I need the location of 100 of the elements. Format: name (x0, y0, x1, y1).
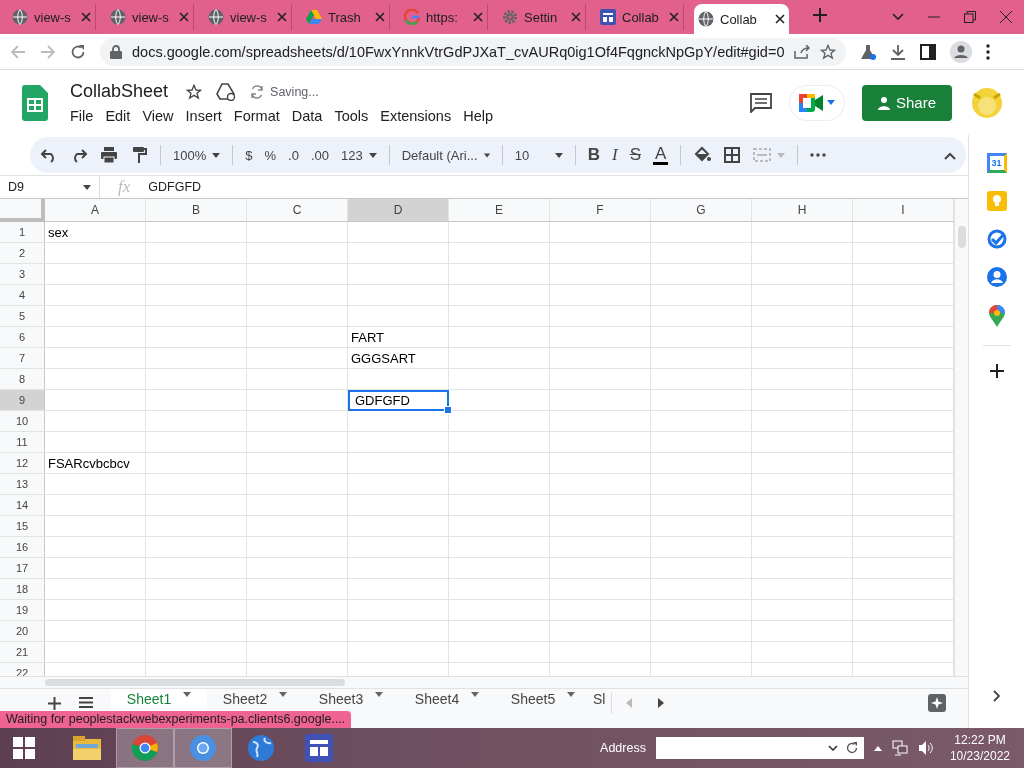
windows-start-icon[interactable] (13, 737, 35, 759)
row-header[interactable]: 12 (0, 453, 45, 474)
chevron-down-icon[interactable] (827, 745, 838, 751)
corner-cell[interactable] (0, 199, 45, 222)
row-header[interactable]: 3 (0, 264, 45, 285)
column-header[interactable]: A (45, 199, 146, 222)
calendar-icon[interactable]: 31 (986, 153, 1007, 173)
formula-input[interactable]: GDFGFD (148, 180, 202, 194)
menu-item[interactable]: Insert (179, 108, 228, 124)
sheet-tab[interactable]: Sheet5 (495, 689, 591, 723)
vertical-scrollbar[interactable] (954, 199, 968, 676)
name-box[interactable]: D9 (0, 176, 100, 198)
table-cell[interactable]: GGGSART (348, 348, 449, 369)
browser-tab[interactable]: Collab (596, 4, 684, 30)
row-header[interactable]: 6 (0, 327, 45, 348)
caret-icon[interactable] (483, 152, 490, 158)
menu-item[interactable]: Tools (328, 108, 375, 124)
more-icon[interactable] (986, 43, 991, 60)
download-icon[interactable] (890, 43, 907, 60)
browser-tab[interactable]: Trash (302, 4, 390, 30)
sheet-tab[interactable]: Sl (591, 689, 611, 723)
caret-icon[interactable] (279, 692, 288, 697)
meet-button[interactable] (790, 85, 844, 120)
fill-color-icon[interactable] (693, 146, 712, 164)
table-cell[interactable]: sex (45, 222, 146, 243)
menu-item[interactable]: Data (285, 108, 329, 124)
row-header[interactable]: 2 (0, 243, 45, 264)
row-header[interactable]: 7 (0, 348, 45, 369)
table-cell[interactable]: GDFGFD (348, 390, 449, 411)
caret-icon[interactable] (827, 100, 835, 105)
print-icon[interactable] (100, 146, 118, 164)
merge-cells-icon[interactable] (753, 146, 772, 164)
menu-item[interactable]: View (136, 108, 180, 124)
menu-item[interactable]: File (70, 108, 100, 124)
caret-icon[interactable] (212, 152, 221, 158)
text-color-button[interactable]: A (652, 145, 669, 165)
clock[interactable]: 12:22 PM 10/23/2022 (949, 733, 1010, 763)
row-header[interactable]: 18 (0, 579, 45, 600)
caret-icon[interactable] (554, 152, 563, 158)
paint-format-icon[interactable] (130, 146, 148, 164)
row-header[interactable]: 4 (0, 285, 45, 306)
font-dropdown[interactable]: Default (Ari... (401, 147, 490, 163)
row-header[interactable]: 11 (0, 432, 45, 453)
row-header[interactable]: 21 (0, 642, 45, 663)
currency-button[interactable]: $ (245, 147, 253, 163)
browser-tab[interactable]: view-s (204, 4, 292, 30)
profile-icon[interactable] (950, 40, 973, 63)
column-header[interactable]: H (752, 199, 853, 222)
browser-tab[interactable]: Settin (498, 4, 586, 30)
address-bar[interactable]: docs.google.com/spreadsheets/d/10FwxYnnkVtrGdPJXaT_cvAURq0ig1Of4FqgnckNpGpY/edit#gid=0 (100, 37, 847, 66)
restore-icon[interactable] (964, 11, 976, 23)
table-cell[interactable]: FART (348, 327, 449, 348)
browser-tab[interactable]: https: (400, 4, 488, 30)
row-header[interactable]: 1 (0, 222, 45, 243)
row-header[interactable]: 17 (0, 558, 45, 579)
row-header[interactable]: 19 (0, 600, 45, 621)
chevron-right-icon[interactable] (992, 690, 1001, 702)
menu-icon[interactable] (79, 697, 93, 708)
browser-tab[interactable]: view-s (106, 4, 194, 30)
row-header[interactable]: 8 (0, 369, 45, 390)
share-button[interactable]: Share (862, 84, 952, 121)
sheets-logo-icon[interactable] (22, 84, 48, 121)
table-cell[interactable]: FSARcvbcbcv (45, 453, 146, 474)
borders-icon[interactable] (723, 146, 742, 164)
refresh-icon[interactable] (845, 742, 858, 754)
row-header[interactable]: 14 (0, 495, 45, 516)
row-header[interactable]: 5 (0, 306, 45, 327)
star-icon[interactable] (820, 43, 837, 60)
increase-decimals-button[interactable]: .00 (310, 147, 329, 163)
speaker-icon[interactable] (917, 740, 934, 756)
column-header[interactable]: E (449, 199, 550, 222)
row-header[interactable]: 10 (0, 411, 45, 432)
side-panel-icon[interactable] (920, 43, 937, 60)
column-header[interactable]: F (550, 199, 651, 222)
row-header[interactable]: 15 (0, 516, 45, 537)
bold-button[interactable]: B (587, 145, 600, 165)
zoom-dropdown[interactable]: 100% (173, 147, 221, 163)
menu-item[interactable]: Help (457, 108, 499, 124)
column-header[interactable]: D (348, 199, 449, 222)
strikethrough-button[interactable]: S (629, 145, 641, 165)
row-header[interactable]: 20 (0, 621, 45, 642)
reload-icon[interactable] (70, 43, 86, 60)
column-header[interactable]: B (146, 199, 247, 222)
explore-icon[interactable] (928, 694, 946, 712)
sheet-tab[interactable]: Sheet4 (399, 689, 495, 723)
network-icon[interactable] (891, 740, 908, 756)
caret-icon[interactable] (375, 692, 384, 697)
close-icon[interactable] (775, 14, 785, 24)
menu-item[interactable]: Extensions (374, 108, 458, 124)
row-header[interactable]: 9 (0, 390, 45, 411)
comment-icon[interactable] (750, 92, 772, 113)
number-format-dropdown[interactable]: 123 (340, 147, 377, 163)
flask-icon[interactable] (860, 43, 877, 60)
check-circle-icon[interactable] (986, 229, 1007, 249)
caret-icon[interactable] (567, 692, 576, 697)
star-icon[interactable] (186, 83, 203, 100)
caret-up-icon[interactable] (873, 745, 882, 751)
caret-icon[interactable] (368, 152, 377, 158)
row-header[interactable]: 13 (0, 474, 45, 495)
caret-icon[interactable] (83, 184, 91, 190)
